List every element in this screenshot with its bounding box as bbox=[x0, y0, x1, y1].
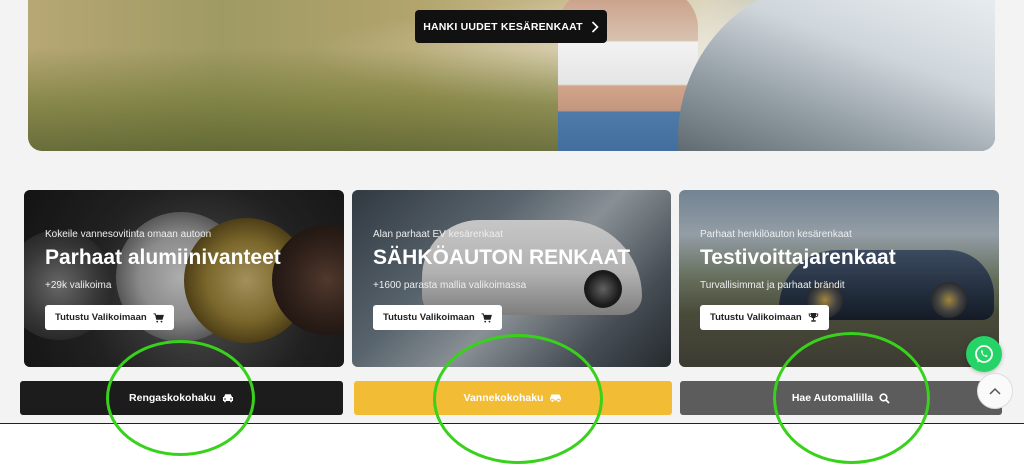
cart-icon bbox=[481, 312, 492, 323]
explore-selection-button[interactable]: Tutustu Valikoimaan bbox=[45, 305, 174, 330]
search-icon bbox=[879, 392, 890, 404]
card-title: SÄHKÖAUTON RENKAAT bbox=[373, 246, 631, 269]
explore-selection-label: Tutustu Valikoimaan bbox=[55, 312, 147, 323]
hero-car-image bbox=[678, 0, 995, 151]
card-test-winner-tires[interactable]: Parhaat henkilöauton kesärenkaat Testivo… bbox=[679, 190, 999, 367]
trophy-icon bbox=[808, 312, 819, 323]
card-subtitle: Parhaat henkilöauton kesärenkaat bbox=[700, 229, 852, 240]
hero-cta-label: HANKI UUDET KESÄRENKAAT bbox=[423, 20, 583, 33]
hero-field-background bbox=[28, 48, 588, 151]
card-subtitle: Kokeile vannesovitinta omaan autoon bbox=[45, 229, 212, 240]
cart-icon bbox=[153, 312, 164, 323]
chevron-up-icon bbox=[989, 387, 1001, 395]
search-by-car-model-label: Hae Automallilla bbox=[791, 392, 874, 404]
explore-selection-button[interactable]: Tutustu Valikoimaan bbox=[373, 305, 502, 330]
whatsapp-icon bbox=[973, 343, 995, 365]
chevron-right-icon bbox=[591, 20, 599, 33]
card-title: Testivoittajarenkaat bbox=[700, 246, 896, 269]
rim-size-search-label: Vannekokohaku bbox=[463, 392, 544, 404]
search-by-car-model-button[interactable]: Hae Automallilla bbox=[680, 381, 1002, 415]
explore-selection-label: Tutustu Valikoimaan bbox=[383, 312, 475, 323]
explore-selection-button[interactable]: Tutustu Valikoimaan bbox=[700, 305, 829, 330]
footer-area bbox=[0, 423, 1024, 474]
explore-selection-label: Tutustu Valikoimaan bbox=[710, 312, 802, 323]
car-icon bbox=[549, 393, 562, 403]
card-description: +29k valikoima bbox=[45, 280, 112, 291]
card-title: Parhaat alumiinivanteet bbox=[45, 246, 281, 269]
whatsapp-chat-button[interactable] bbox=[966, 336, 1002, 372]
hero-cta-button[interactable]: HANKI UUDET KESÄRENKAAT bbox=[415, 10, 607, 43]
card-description: +1600 parasta mallia valikoimassa bbox=[373, 280, 527, 291]
rim-size-search-button[interactable]: Vannekokohaku bbox=[354, 381, 672, 415]
car-icon bbox=[222, 393, 234, 403]
tire-size-search-button[interactable]: Rengaskokohaku bbox=[20, 381, 343, 415]
card-description: Turvallisimmat ja parhaat brändit bbox=[700, 280, 845, 291]
card-ev-tires[interactable]: Alan parhaat EV kesärenkaat SÄHKÖAUTON R… bbox=[352, 190, 671, 367]
card-subtitle: Alan parhaat EV kesärenkaat bbox=[373, 229, 504, 240]
tire-size-search-label: Rengaskokohaku bbox=[129, 392, 216, 404]
card-alloy-wheels[interactable]: Kokeile vannesovitinta omaan autoon Parh… bbox=[24, 190, 344, 367]
scroll-to-top-button[interactable] bbox=[977, 373, 1013, 409]
